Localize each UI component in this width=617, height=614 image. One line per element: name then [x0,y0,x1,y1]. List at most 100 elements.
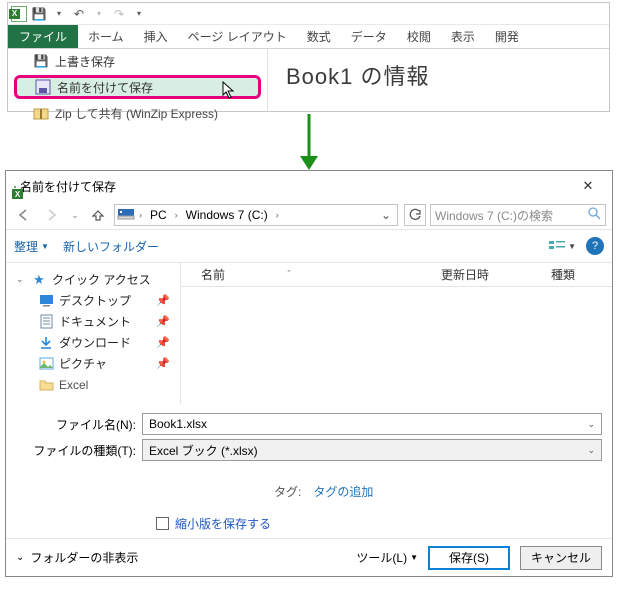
filename-row: ファイル名(N): Book1.xlsx ⌄ [16,411,602,437]
filetype-label: ファイルの種類(T): [16,442,136,459]
redo-icon[interactable]: ↷ [110,5,128,23]
document-icon [38,314,54,330]
tree-documents[interactable]: ドキュメント 📌 [34,311,176,332]
cancel-button[interactable]: キャンセル [520,546,602,570]
menu-label: 名前を付けて保存 [57,79,153,96]
back-button[interactable] [12,204,36,226]
filetype-row: ファイルの種類(T): Excel ブック (*.xlsx) ⌄ [16,437,602,463]
desktop-icon [38,293,54,309]
info-title: Book1 の情報 [286,59,595,91]
crumb-drive[interactable]: Windows 7 (C:) [182,208,272,222]
dialog-body: ⌄ ★ クイック アクセス デスクトップ 📌 ドキュメント 📌 ダウンロード [6,263,612,405]
backstage-panel: 💾 上書き保存 名前を付けて保存 Zip して共有 (WinZip Expres… [8,49,609,111]
pin-icon[interactable]: 📌 [156,294,170,307]
save-as-icon [35,79,51,95]
menu-label: 上書き保存 [55,53,115,70]
organize-button[interactable]: 整理 ▼ [14,238,49,255]
help-button[interactable]: ? [586,237,604,255]
refresh-button[interactable] [404,204,426,226]
col-type[interactable]: 種類 [551,266,575,283]
tab-formulas[interactable]: 数式 [297,25,341,48]
col-modified[interactable]: 更新日時 [441,266,551,283]
tab-data[interactable]: データ [341,25,397,48]
tree-desktop[interactable]: デスクトップ 📌 [34,290,176,311]
qat-dropdown-icon[interactable]: ▾ [50,5,68,23]
chevron-down-icon: ▼ [410,553,418,562]
close-button[interactable]: ✕ [566,172,610,200]
tab-pagelayout[interactable]: ページ レイアウト [178,25,297,48]
address-dropdown-icon[interactable]: ⌄ [377,208,395,222]
chevron-right-icon[interactable]: › [276,210,279,220]
dialog-toolbar: 整理 ▼ 新しいフォルダー ▼ ? [6,229,612,263]
tree-pictures[interactable]: ピクチャ 📌 [34,353,176,374]
tree-label: ドキュメント [59,313,131,330]
chevron-down-icon[interactable]: ⌄ [587,445,595,456]
save-as-dialog: X 名前を付けて保存 ✕ ⌄ › PC › Windows 7 (C:) › ⌄ [5,170,613,577]
pictures-icon [38,356,54,372]
view-mode-button[interactable]: ▼ [548,239,576,253]
col-name[interactable]: 名前 ＾ [201,266,441,283]
cursor-icon [222,81,236,102]
chevron-right-icon[interactable]: › [139,210,142,220]
sort-asc-icon: ＾ [284,271,293,281]
tree-quick-access[interactable]: ⌄ ★ クイック アクセス [12,269,176,290]
dialog-titlebar: X 名前を付けて保存 ✕ [6,171,612,201]
tools-label: ツール(L) [356,549,407,566]
up-button[interactable] [86,204,110,226]
navigation-tree: ⌄ ★ クイック アクセス デスクトップ 📌 ドキュメント 📌 ダウンロード [6,263,181,404]
filename-label: ファイル名(N): [16,416,136,433]
search-icon [588,207,601,223]
chevron-down-icon[interactable]: ⌄ [16,552,24,563]
tag-label: タグ: [274,483,301,500]
hide-folders-link[interactable]: フォルダーの非表示 [30,549,138,566]
recent-dropdown[interactable]: ⌄ [68,204,82,226]
backstage-menu: 💾 上書き保存 名前を付けて保存 Zip して共有 (WinZip Expres… [8,49,268,111]
tab-view[interactable]: 表示 [441,25,485,48]
pin-icon[interactable]: 📌 [156,357,170,370]
tools-dropdown[interactable]: ツール(L) ▼ [356,549,418,566]
thumbnail-checkbox[interactable] [156,517,169,530]
undo-icon[interactable]: ↶ [70,5,88,23]
thumbnail-row: 縮小版を保存する [6,508,612,538]
pin-icon[interactable]: 📌 [156,336,170,349]
tab-developer[interactable]: 開発 [485,25,529,48]
col-label: 名前 [201,268,225,282]
address-bar[interactable]: › PC › Windows 7 (C:) › ⌄ [114,204,398,226]
undo-dropdown-icon[interactable]: ▾ [90,5,108,23]
ribbon-tabs: ファイル ホーム 挿入 ページ レイアウト 数式 データ 校閲 表示 開発 [8,25,609,49]
pin-icon[interactable]: 📌 [156,315,170,328]
tab-home[interactable]: ホーム [78,25,134,48]
chevron-right-icon[interactable]: › [175,210,178,220]
chevron-down-icon[interactable]: ⌄ [587,419,595,430]
new-folder-button[interactable]: 新しいフォルダー [63,238,159,255]
search-input[interactable]: Windows 7 (C:)の検索 [430,204,606,226]
tree-label: ピクチャ [59,355,107,372]
tree-downloads[interactable]: ダウンロード 📌 [34,332,176,353]
save-button[interactable]: 保存(S) [428,546,510,570]
arrow-down-icon [2,114,615,170]
tab-insert[interactable]: 挿入 [134,25,178,48]
bottom-form: ファイル名(N): Book1.xlsx ⌄ ファイルの種類(T): Excel… [6,405,612,473]
crumb-pc[interactable]: PC [146,208,171,222]
filename-field[interactable]: Book1.xlsx ⌄ [142,413,602,435]
chevron-down-icon[interactable]: ⌄ [16,274,26,285]
menu-overwrite-save[interactable]: 💾 上書き保存 [8,49,267,73]
chevron-down-icon: ▼ [41,242,49,251]
qat-customize-icon[interactable]: ▾ [130,5,148,23]
save-icon[interactable]: 💾 [30,5,48,23]
column-headers: 名前 ＾ 更新日時 種類 [181,263,612,287]
tree-label: ダウンロード [59,334,131,351]
chevron-down-icon: ▼ [568,242,576,251]
excel-window: X 💾 ▾ ↶ ▾ ↷ ▾ ファイル ホーム 挿入 ページ レイアウト 数式 デ… [7,2,610,112]
tab-review[interactable]: 校閲 [397,25,441,48]
tags-row: タグ: タグの追加 [6,473,612,508]
tree-label: Excel [59,378,88,392]
dialog-footer: ⌄ フォルダーの非表示 ツール(L) ▼ 保存(S) キャンセル [6,538,612,576]
filetype-field[interactable]: Excel ブック (*.xlsx) ⌄ [142,439,602,461]
tree-excel-folder[interactable]: Excel [34,374,176,395]
tab-file[interactable]: ファイル [8,25,78,48]
star-icon: ★ [31,272,47,288]
dialog-title: 名前を付けて保存 [20,178,116,195]
tag-add-link[interactable]: タグの追加 [313,483,373,500]
menu-save-as[interactable]: 名前を付けて保存 [14,75,261,99]
